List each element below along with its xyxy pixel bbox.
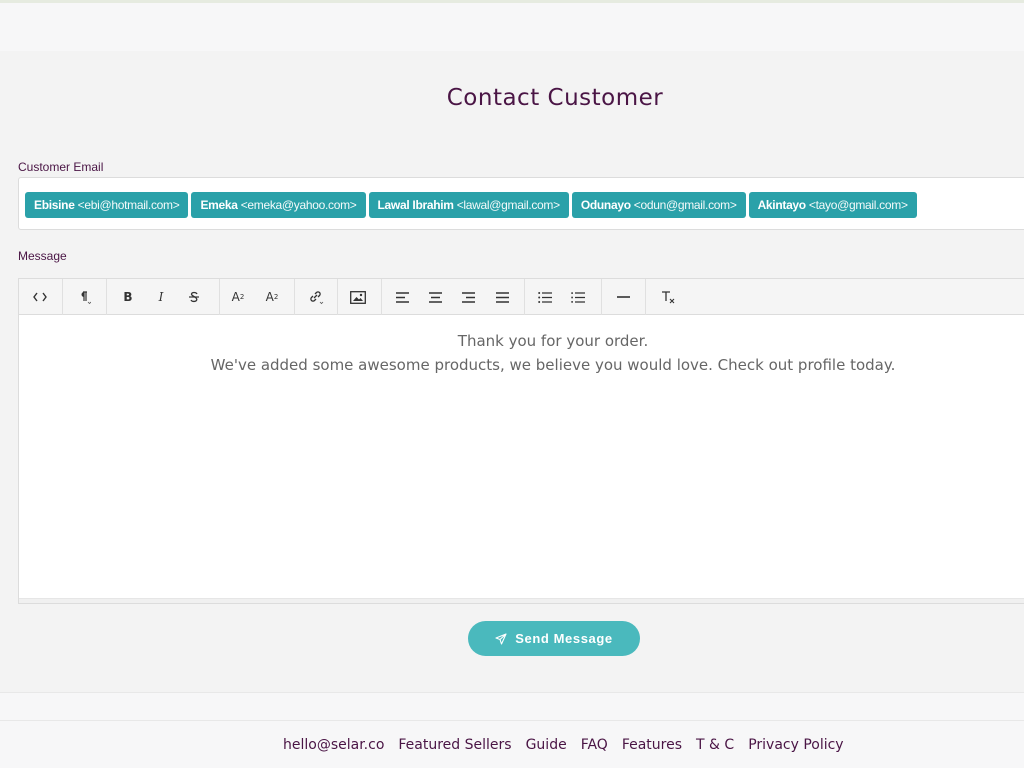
recipient-name: Odunayo xyxy=(580,198,631,212)
recipient-email: <emeka@yahoo.com> xyxy=(240,198,357,212)
clear-format-icon[interactable] xyxy=(653,279,683,315)
recipient-chip[interactable]: Akintayo <tayo@gmail.com> xyxy=(748,192,917,218)
send-message-button[interactable]: Send Message xyxy=(468,621,640,656)
recipient-email: <tayo@gmail.com> xyxy=(808,198,908,212)
top-bar xyxy=(0,3,1024,51)
message-editor: B I A2 A2 Thank you for your order. We'v… xyxy=(18,278,1024,604)
recipient-chip[interactable]: Odunayo <odun@gmail.com> xyxy=(571,192,746,218)
recipient-name: Lawal Ibrahim xyxy=(377,198,454,212)
footer-link-terms[interactable]: T & C xyxy=(696,737,734,753)
message-label: Message xyxy=(18,249,67,263)
recipient-email: <odun@gmail.com> xyxy=(633,198,737,212)
customer-email-field[interactable]: Ebisine <ebi@hotmail.com> Emeka <emeka@y… xyxy=(18,177,1024,230)
recipient-email: <lawal@gmail.com> xyxy=(456,198,560,212)
editor-resize-bar xyxy=(19,598,1024,603)
paragraph-icon[interactable] xyxy=(69,279,99,315)
message-body[interactable]: Thank you for your order. We've added so… xyxy=(19,329,1024,377)
numbered-list-icon[interactable] xyxy=(563,279,593,315)
customer-email-label: Customer Email xyxy=(18,160,104,174)
strikethrough-icon[interactable] xyxy=(179,279,209,315)
footer-link-guide[interactable]: Guide xyxy=(526,737,567,753)
superscript-icon[interactable]: A2 xyxy=(223,279,253,315)
recipient-chips: Ebisine <ebi@hotmail.com> Emeka <emeka@y… xyxy=(25,192,917,218)
message-line: We've added some awesome products, we be… xyxy=(210,356,896,374)
align-center-icon[interactable] xyxy=(420,279,450,315)
footer: hello@selar.co Featured Sellers Guide FA… xyxy=(0,692,1024,768)
bold-icon[interactable]: B xyxy=(113,279,143,315)
horizontal-rule-icon[interactable] xyxy=(608,279,638,315)
page-title: Contact Customer xyxy=(446,85,664,111)
code-view-icon[interactable] xyxy=(25,279,55,315)
footer-link-email[interactable]: hello@selar.co xyxy=(283,737,384,753)
recipient-chip[interactable]: Lawal Ibrahim <lawal@gmail.com> xyxy=(368,192,569,218)
editor-toolbar: B I A2 A2 xyxy=(19,279,1024,315)
link-icon[interactable] xyxy=(301,279,331,315)
footer-link-features[interactable]: Features xyxy=(622,737,682,753)
align-right-icon[interactable] xyxy=(453,279,483,315)
recipient-email: <ebi@hotmail.com> xyxy=(77,198,180,212)
justify-icon[interactable] xyxy=(487,279,517,315)
bullet-list-icon[interactable] xyxy=(530,279,560,315)
message-line: Thank you for your order. xyxy=(457,332,649,350)
footer-link-featured-sellers[interactable]: Featured Sellers xyxy=(398,737,511,753)
footer-links: hello@selar.co Featured Sellers Guide FA… xyxy=(283,737,844,753)
recipient-chip[interactable]: Emeka <emeka@yahoo.com> xyxy=(191,192,366,218)
image-icon[interactable] xyxy=(343,279,373,315)
recipient-chip[interactable]: Ebisine <ebi@hotmail.com> xyxy=(25,192,189,218)
italic-icon[interactable]: I xyxy=(146,279,176,315)
footer-link-faq[interactable]: FAQ xyxy=(581,737,608,753)
align-left-icon[interactable] xyxy=(387,279,417,315)
subscript-icon[interactable]: A2 xyxy=(257,279,287,315)
recipient-name: Emeka xyxy=(200,198,238,212)
send-icon xyxy=(495,632,507,645)
send-message-label: Send Message xyxy=(515,631,613,646)
footer-link-privacy-policy[interactable]: Privacy Policy xyxy=(748,737,843,753)
recipient-name: Ebisine xyxy=(34,198,75,212)
recipient-name: Akintayo xyxy=(757,198,807,212)
